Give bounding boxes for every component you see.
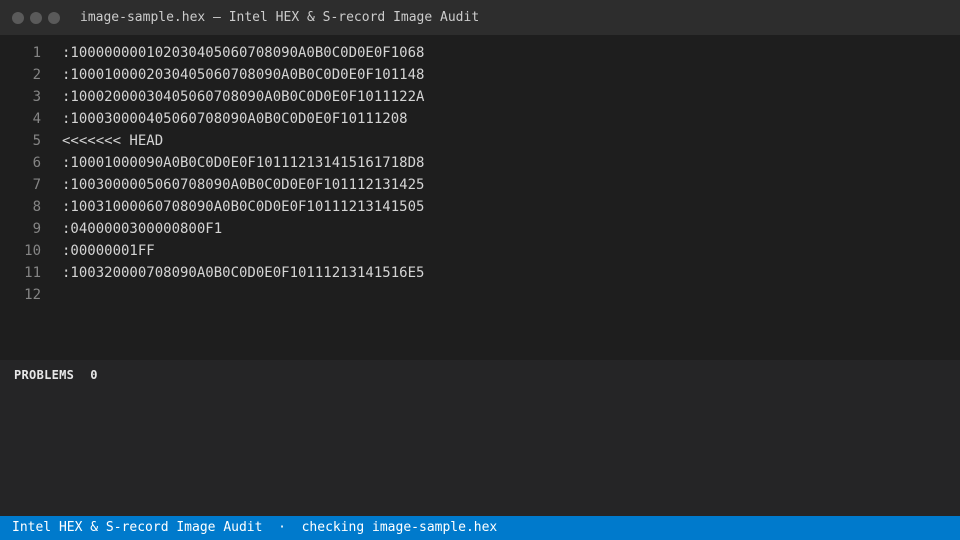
code-line[interactable]: 7 :1003000005060708090A0B0C0D0E0F10111213… [0, 174, 960, 196]
code-line[interactable]: 12 [0, 284, 960, 306]
code-line[interactable]: 1 :100000000102030405060708090A0B0C0D0E0F… [0, 42, 960, 64]
code-line[interactable]: 2 :1000100002030405060708090A0B0C0D0E0F10… [0, 64, 960, 86]
code-lines: 1 :100000000102030405060708090A0B0C0D0E0F… [0, 42, 960, 306]
code-line[interactable]: 4 :100030000405060708090A0B0C0D0E0F101112… [0, 108, 960, 130]
line-number: 7 [32, 177, 41, 193]
line-number: 10 [24, 243, 41, 259]
line-text: :10002000030405060708090A0B0C0D0E0F10111… [62, 89, 425, 105]
problems-count: 0 [90, 368, 98, 382]
code-line[interactable]: 8 :10031000060708090A0B0C0D0E0F1011121314… [0, 196, 960, 218]
code-line[interactable]: 5 <<<<<<< HEAD [0, 130, 960, 152]
line-text: :1000100002030405060708090A0B0C0D0E0F101… [62, 67, 425, 83]
line-number: 2 [32, 67, 41, 83]
line-number: 11 [24, 265, 41, 281]
code-line[interactable]: 3 :10002000030405060708090A0B0C0D0E0F1011… [0, 86, 960, 108]
line-text: :00000001FF [62, 243, 155, 259]
line-text: :100000000102030405060708090A0B0C0D0E0F1… [62, 45, 425, 61]
window-controls [12, 11, 60, 24]
window-title: image-sample.hex — Intel HEX & S-record … [80, 10, 480, 25]
line-number: 4 [32, 111, 41, 127]
line-text: <<<<<<< HEAD [62, 133, 164, 149]
code-line[interactable]: 10 :00000001FF [0, 240, 960, 262]
code-editor[interactable]: 1 :100000000102030405060708090A0B0C0D0E0F… [0, 35, 960, 360]
line-number: 8 [32, 199, 41, 215]
line-text: :10001000090A0B0C0D0E0F10111213141516171… [62, 155, 425, 171]
line-text: :100320000708090A0B0C0D0E0F1011121314151… [62, 265, 425, 281]
problems-label: PROBLEMS [14, 368, 75, 382]
code-line[interactable]: 11 :100320000708090A0B0C0D0E0F10111213141… [0, 262, 960, 284]
status-bar: Intel HEX & S-record Image Audit · check… [0, 516, 960, 540]
line-text: :100030000405060708090A0B0C0D0E0F1011120… [62, 111, 408, 127]
status-app-name: Intel HEX & S-record Image Audit [12, 520, 263, 535]
code-line[interactable]: 9 :0400000300000800F1 [0, 218, 960, 240]
line-text: :0400000300000800F1 [62, 221, 223, 237]
line-number: 12 [24, 287, 41, 303]
line-number: 1 [32, 45, 41, 61]
line-text: :1003000005060708090A0B0C0D0E0F101112131… [62, 177, 425, 193]
code-line[interactable]: 6 :10001000090A0B0C0D0E0F1011121314151617… [0, 152, 960, 174]
maximize-window-button[interactable] [48, 11, 60, 24]
line-number: 3 [32, 89, 41, 105]
minimize-window-button[interactable] [30, 11, 42, 24]
status-text: checking image-sample.hex [301, 520, 498, 535]
status-separator: · [262, 520, 302, 535]
problems-panel: PROBLEMS 0 [0, 360, 960, 516]
line-number: 9 [32, 221, 41, 237]
line-text: :10031000060708090A0B0C0D0E0F10111213141… [62, 199, 425, 215]
line-number: 5 [32, 133, 41, 149]
problems-header[interactable]: PROBLEMS 0 [14, 367, 98, 383]
title-bar: image-sample.hex — Intel HEX & S-record … [0, 0, 960, 35]
close-window-button[interactable] [12, 11, 24, 24]
line-number: 6 [32, 155, 41, 171]
app-window: image-sample.hex — Intel HEX & S-record … [0, 0, 960, 540]
